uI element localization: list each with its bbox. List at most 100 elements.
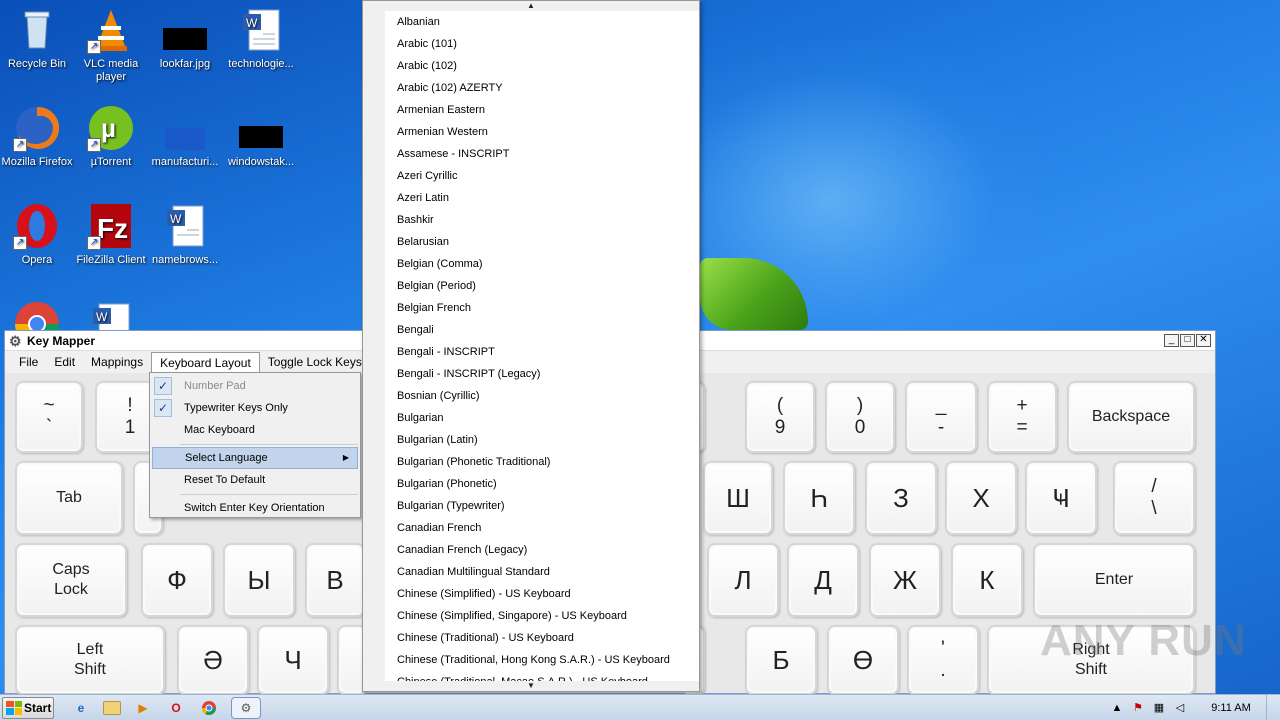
language-item[interactable]: Belgian (Period) [385,275,699,297]
language-item[interactable]: Armenian Western [385,121,699,143]
key-che[interactable]: Ч [257,625,329,695]
key-caps-lock[interactable]: Caps Lock [15,543,127,617]
minimize-button[interactable]: _ [1164,334,1179,347]
key-ef[interactable]: Ф [141,543,213,617]
key-el[interactable]: Л [707,543,779,617]
menu-file[interactable]: File [11,352,46,372]
key-minus[interactable]: _ - [905,381,977,453]
key-zhe[interactable]: Ж [869,543,941,617]
desktop-icon-opera[interactable]: ↗ Opera [0,202,74,267]
key-sha[interactable]: Ш [703,461,773,535]
chrome-taskbar-icon[interactable] [198,697,220,719]
language-item[interactable]: Armenian Eastern [385,99,699,121]
key-enter[interactable]: Enter [1033,543,1195,617]
menu-item-label: Reset To Default [184,474,266,486]
language-item[interactable]: Canadian French (Legacy) [385,539,699,561]
opera-taskbar-icon[interactable]: O [165,697,187,719]
menu-item-reset-to-default[interactable]: Reset To Default [152,469,358,491]
key-shha[interactable]: Һ [783,461,855,535]
language-item[interactable]: Belgian (Comma) [385,253,699,275]
desktop-icon-windowstak[interactable]: windowstak... [224,104,298,169]
desktop-icon-namebrows[interactable]: W namebrows... [148,202,222,267]
desktop-icon-vlc[interactable]: ↗ VLC media player [74,6,148,84]
key-slash[interactable]: / \ [1113,461,1195,535]
key-comma[interactable]: ' . [907,625,979,695]
language-item[interactable]: Assamese - INSCRIPT [385,143,699,165]
menu-edit[interactable]: Edit [46,352,83,372]
desktop-icon-utorrent[interactable]: µ ↗ µTorrent [74,104,148,169]
scroll-up-arrow-icon[interactable]: ▲ [363,1,699,11]
menu-item-select-language[interactable]: Select Language ▶ [152,447,358,469]
language-item[interactable]: Arabic (102) [385,55,699,77]
key-equals[interactable]: + = [987,381,1057,453]
volume-icon[interactable]: ◁ [1172,700,1188,716]
language-item[interactable]: Chinese (Traditional, Hong Kong S.A.R.) … [385,649,699,671]
desktop-icon-filezilla[interactable]: Fz ↗ FileZilla Client [74,202,148,267]
key-yeru[interactable]: Ы [223,543,295,617]
key-ha[interactable]: Х [945,461,1017,535]
desktop-icon-manufacturi[interactable]: manufacturi... [148,104,222,169]
menu-item-typewriter-keys-only[interactable]: ✓ Typewriter Keys Only [152,397,358,419]
key-left-shift[interactable]: Left Shift [15,625,165,695]
network-icon[interactable]: ▦ [1151,700,1167,716]
language-item[interactable]: Chinese (Traditional) - US Keyboard [385,627,699,649]
desktop-icon-technologie[interactable]: W technologie... [224,6,298,71]
language-item[interactable]: Bulgarian (Latin) [385,429,699,451]
key-o-barred[interactable]: Ө [827,625,899,695]
internet-explorer-icon[interactable]: e [70,697,92,719]
language-item[interactable]: Bulgarian [385,407,699,429]
language-item[interactable]: Azeri Cyrillic [385,165,699,187]
language-item[interactable]: Bengali - INSCRIPT (Legacy) [385,363,699,385]
menu-item-mac-keyboard[interactable]: Mac Keyboard [152,419,358,441]
key-tilde[interactable]: ~ ` [15,381,83,453]
language-item[interactable]: Canadian French [385,517,699,539]
key-tab[interactable]: Tab [15,461,123,535]
language-item[interactable]: Bashkir [385,209,699,231]
key-backspace[interactable]: Backspace [1067,381,1195,453]
key-0[interactable]: ) 0 [825,381,895,453]
language-item[interactable]: Arabic (102) AZERTY [385,77,699,99]
menu-mappings[interactable]: Mappings [83,352,151,372]
language-item[interactable]: Belgian French [385,297,699,319]
language-item[interactable]: Bosnian (Cyrillic) [385,385,699,407]
menu-toggle-lock-keys[interactable]: Toggle Lock Keys [260,352,370,372]
menu-item-switch-enter-orientation[interactable]: Switch Enter Key Orientation [152,497,358,519]
close-button[interactable]: ✕ [1196,334,1211,347]
language-item[interactable]: Canadian Multilingual Standard [385,561,699,583]
key-ve[interactable]: В [305,543,365,617]
desktop-icon-recycle-bin[interactable]: Recycle Bin [0,6,74,71]
media-player-icon[interactable]: ▶ [132,697,154,719]
maximize-button[interactable]: □ [1180,334,1195,347]
language-item[interactable]: Albanian [385,11,699,33]
language-item[interactable]: Bulgarian (Phonetic Traditional) [385,451,699,473]
action-center-icon[interactable]: ⚑ [1130,700,1146,716]
key-ka[interactable]: К [951,543,1023,617]
key-9[interactable]: ( 9 [745,381,815,453]
show-desktop-button[interactable] [1266,695,1280,720]
scroll-down-arrow-icon[interactable]: ▼ [363,681,699,691]
menu-item-number-pad[interactable]: ✓ Number Pad [152,375,358,397]
folder-icon[interactable] [103,700,121,715]
language-item[interactable]: Chinese (Simplified, Singapore) - US Key… [385,605,699,627]
language-item[interactable]: Bengali - INSCRIPT [385,341,699,363]
start-button[interactable]: Start [2,696,54,719]
desktop-icon-lookfar[interactable]: lookfar.jpg [148,6,222,71]
key-mapper-taskbar-button[interactable]: ⚙ [231,696,261,719]
language-item[interactable]: Arabic (101) [385,33,699,55]
language-item[interactable]: Bengali [385,319,699,341]
language-item[interactable]: Belarusian [385,231,699,253]
language-item[interactable]: Chinese (Simplified) - US Keyboard [385,583,699,605]
menu-keyboard-layout[interactable]: Keyboard Layout [151,351,260,373]
key-schwa[interactable]: Ә [177,625,249,695]
desktop-icon-firefox[interactable]: ↗ Mozilla Firefox [0,104,74,169]
key-ze[interactable]: З [865,461,937,535]
clock[interactable]: 9:11 AM [1200,702,1262,714]
language-list: Albanian Arabic (101) Arabic (102) Arabic (… [385,11,699,683]
key-de[interactable]: Д [787,543,859,617]
key-che-descender[interactable]: Ҹ [1025,461,1097,535]
language-item[interactable]: Bulgarian (Phonetic) [385,473,699,495]
key-be[interactable]: Б [745,625,817,695]
language-item[interactable]: Bulgarian (Typewriter) [385,495,699,517]
language-item[interactable]: Azeri Latin [385,187,699,209]
show-hidden-icons-icon[interactable]: ▲ [1109,700,1125,716]
